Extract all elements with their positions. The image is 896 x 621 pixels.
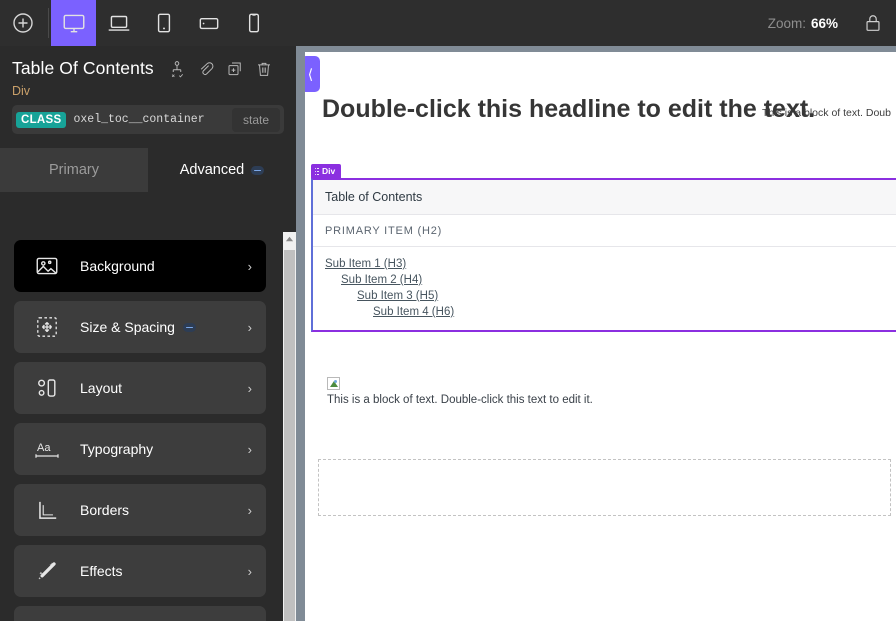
chevron-right-icon: › bbox=[247, 441, 252, 457]
device-desktop-button[interactable] bbox=[51, 0, 96, 46]
toc-title: Table of Contents bbox=[313, 180, 896, 215]
empty-container-placeholder[interactable] bbox=[318, 459, 891, 516]
page-title: Table Of Contents bbox=[12, 58, 154, 78]
accordion-label: Borders bbox=[80, 502, 248, 518]
accordion-label: Effects bbox=[80, 563, 248, 579]
borders-icon bbox=[14, 497, 80, 523]
canvas-gutter bbox=[296, 46, 305, 621]
accordion-item-typography-label: Typography bbox=[80, 441, 154, 457]
link-icon[interactable] bbox=[197, 60, 215, 78]
element-type-label: Div bbox=[12, 84, 31, 98]
select-parent-icon[interactable] bbox=[168, 60, 186, 78]
accordion-item-borders[interactable]: Borders › bbox=[14, 484, 266, 536]
accordion-label: Background bbox=[80, 258, 248, 274]
panel-header-icons bbox=[168, 60, 273, 78]
toc-link-sub-item-3[interactable]: Sub Item 3 (H5) bbox=[357, 288, 896, 304]
broken-image-icon bbox=[327, 377, 340, 390]
panel-scrollbar[interactable] bbox=[283, 232, 296, 621]
tab-primary[interactable]: Primary bbox=[0, 148, 148, 192]
panel-header: Table Of Contents Div CLASS oxel_toc__co… bbox=[0, 46, 296, 134]
zoom-label: Zoom: bbox=[767, 15, 806, 31]
zoom-control[interactable]: Zoom: 66% bbox=[768, 16, 838, 31]
class-selector-row: CLASS oxel_toc__container state bbox=[12, 105, 284, 134]
accordion-item-typography[interactable]: Aa Typography › bbox=[14, 423, 266, 475]
accordion-item-custom-css[interactable]: Custom CSS › bbox=[14, 606, 266, 621]
device-laptop-button[interactable] bbox=[96, 0, 141, 46]
magic-wand-icon bbox=[14, 558, 80, 584]
layout-icon bbox=[14, 375, 80, 401]
accordion-item-borders-label: Borders bbox=[80, 502, 130, 518]
accordion-item-layout-label: Layout bbox=[80, 380, 123, 396]
accordion-item-size-spacing[interactable]: Size & Spacing › bbox=[14, 301, 266, 353]
image-icon bbox=[14, 253, 80, 279]
panel-title-row: Table Of Contents bbox=[12, 58, 284, 79]
chevron-right-icon: › bbox=[247, 380, 252, 396]
selection-tag-label: Div bbox=[322, 166, 336, 176]
device-breakpoint-strip bbox=[51, 0, 276, 46]
accordion-item-effects-label: Effects bbox=[80, 563, 123, 579]
toc-primary-item: PRIMARY ITEM (H2) bbox=[313, 215, 896, 247]
selection-tag-badge[interactable]: Div bbox=[311, 164, 342, 178]
toc-box: Table of Contents PRIMARY ITEM (H2) Sub … bbox=[311, 178, 896, 332]
device-tablet-landscape-button[interactable] bbox=[186, 0, 231, 46]
accordion-item-effects[interactable]: Effects › bbox=[14, 545, 266, 597]
toc-link-sub-item-1[interactable]: Sub Item 1 (H3) bbox=[325, 256, 896, 272]
class-badge[interactable]: CLASS bbox=[16, 111, 67, 128]
accordion-label: Layout bbox=[80, 380, 248, 396]
panel-scrollbar-thumb[interactable] bbox=[284, 250, 295, 621]
canvas-text-block-label: This is a block of text. Double-click th… bbox=[327, 394, 593, 406]
modified-indicator-icon bbox=[251, 165, 265, 175]
toc-link-sub-item-2[interactable]: Sub Item 2 (H4) bbox=[341, 272, 896, 288]
canvas-area: ⟨ Double-click this headline to edit the… bbox=[296, 46, 896, 621]
device-tablet-portrait-button[interactable] bbox=[141, 0, 186, 46]
properties-panel: Table Of Contents Div CLASS oxel_toc__co… bbox=[0, 46, 296, 621]
toc-link-list: Sub Item 1 (H3) Sub Item 2 (H4) Sub Item… bbox=[313, 247, 896, 330]
accordion-item-layout[interactable]: Layout › bbox=[14, 362, 266, 414]
toc-widget[interactable]: Div Table of Contents PRIMARY ITEM (H2) … bbox=[311, 164, 896, 332]
canvas-headline[interactable]: Double-click this headline to edit the t… bbox=[322, 95, 815, 124]
tab-advanced-label: Advanced bbox=[179, 162, 245, 178]
state-button[interactable]: state bbox=[231, 107, 280, 132]
svg-text:Aa: Aa bbox=[37, 442, 51, 454]
accordion-item-background-label: Background bbox=[80, 258, 155, 274]
accordion-label: Typography bbox=[80, 441, 248, 457]
canvas-page[interactable]: ⟨ Double-click this headline to edit the… bbox=[305, 52, 896, 621]
add-button[interactable] bbox=[0, 0, 46, 46]
panel-tabs: Primary Advanced bbox=[0, 148, 296, 192]
canvas-side-text[interactable]: This is a block of text. Doub bbox=[762, 107, 891, 119]
chevron-right-icon: › bbox=[247, 258, 252, 274]
zoom-value: 66% bbox=[810, 15, 838, 31]
chevron-left-icon[interactable]: ⟨ bbox=[305, 56, 320, 92]
chevron-right-icon: › bbox=[247, 319, 252, 335]
chevron-right-icon: › bbox=[247, 502, 252, 518]
toc-link-sub-item-4[interactable]: Sub Item 4 (H6) bbox=[373, 304, 896, 320]
class-name-input[interactable]: oxel_toc__container bbox=[73, 113, 225, 126]
app-root: Zoom: 66% Table Of Contents Div CLASS ox… bbox=[0, 0, 896, 621]
chevron-right-icon: › bbox=[247, 563, 252, 579]
modified-indicator-icon bbox=[182, 322, 196, 332]
device-mobile-button[interactable] bbox=[231, 0, 276, 46]
tab-primary-label: Primary bbox=[49, 162, 99, 178]
scroll-up-arrow-icon[interactable] bbox=[283, 232, 296, 246]
drag-handle-icon[interactable] bbox=[314, 167, 319, 176]
accordion-item-size-spacing-label: Size & Spacing bbox=[80, 319, 175, 335]
duplicate-icon[interactable] bbox=[226, 60, 244, 78]
accordion-label: Size & Spacing bbox=[80, 319, 248, 335]
toolbar-divider bbox=[48, 8, 49, 38]
canvas-text-block[interactable]: This is a block of text. Double-click th… bbox=[327, 377, 593, 406]
top-toolbar: Zoom: 66% bbox=[0, 0, 896, 46]
settings-accordion-list: Background › Size & Spacing › Layout › A… bbox=[0, 240, 280, 621]
lock-icon[interactable] bbox=[856, 0, 890, 46]
typography-icon: Aa bbox=[14, 436, 80, 462]
tab-advanced[interactable]: Advanced bbox=[148, 148, 296, 192]
move-resize-icon bbox=[14, 314, 80, 340]
accordion-item-background[interactable]: Background › bbox=[14, 240, 266, 292]
trash-icon[interactable] bbox=[255, 60, 273, 78]
